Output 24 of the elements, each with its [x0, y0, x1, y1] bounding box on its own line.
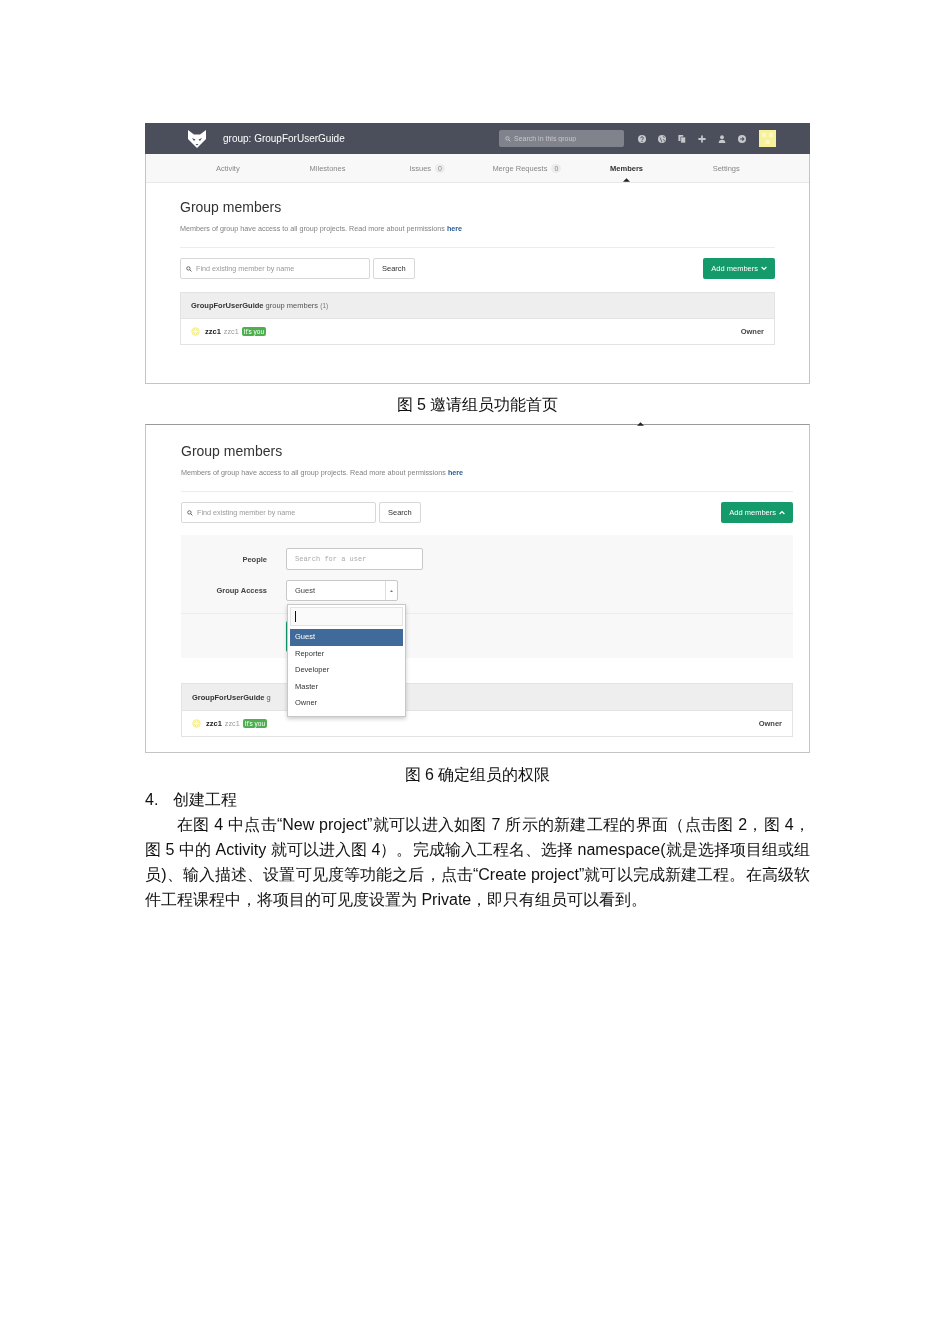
user-icon[interactable]	[718, 134, 726, 143]
search-icon	[187, 509, 193, 516]
caret-icon	[390, 589, 393, 592]
avatar-icon	[192, 719, 201, 728]
text-cursor-icon	[295, 611, 296, 622]
section-title: 创建工程	[173, 790, 237, 810]
page-heading: Group members	[180, 199, 283, 215]
search-icon	[505, 135, 511, 142]
dropdown-search-field[interactable]	[290, 607, 403, 626]
section-number: 4.	[145, 790, 160, 810]
avatar-icon	[191, 327, 200, 336]
fox-logo-icon[interactable]	[187, 128, 207, 149]
help-icon[interactable]	[638, 134, 646, 143]
pointer-icon	[623, 178, 630, 182]
plus-icon[interactable]	[698, 134, 706, 143]
page-heading: Group members	[181, 443, 284, 459]
search-icon	[186, 265, 192, 272]
figure-caption: 图 5 邀请组员功能首页	[396, 396, 559, 413]
globe-icon[interactable]	[658, 134, 666, 143]
body-paragraph: 在图 4 中点击“New project”就可以进入如图 7 所示的新建工程的界面（点击图 2，图 4，图 5 中的 Activity 就可以进入图 4）。完成输入工程名、选择 namespace(就是选择项目组或组员)、输入描述、设置可见度等功能之后，点击“Create project”就可以完成新建工程。在高级软件工程课程中，将项目的可见度设置为 Private，即只有组员可以看到。	[145, 815, 810, 910]
copy-icon[interactable]	[678, 134, 686, 143]
sign-out-icon[interactable]	[738, 134, 746, 143]
figure-caption: 图 6 确定组员的权限	[404, 766, 551, 783]
group-title: group: GroupForUserGuide	[223, 133, 345, 144]
